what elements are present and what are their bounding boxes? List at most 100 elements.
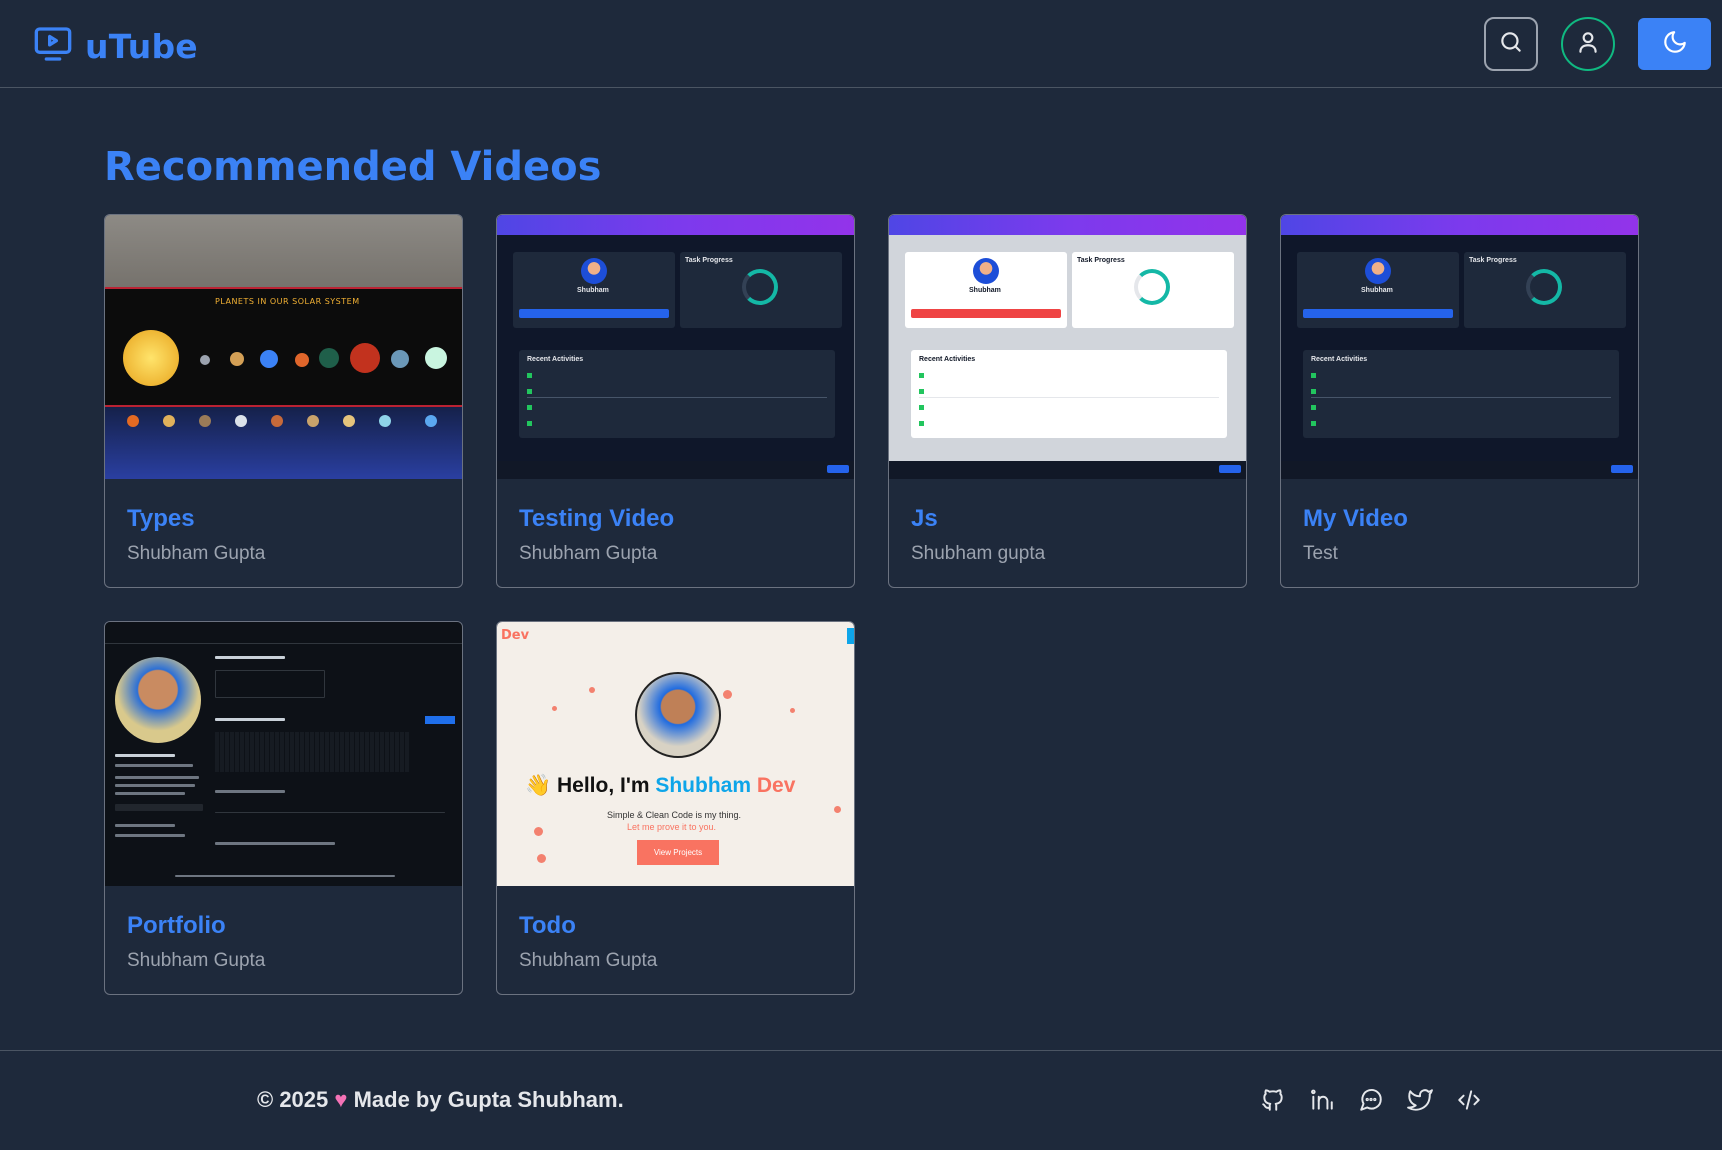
check-icon [527,405,532,410]
activities-title: Recent Activities [1311,356,1368,363]
footer-button [1611,465,1633,473]
text-line [115,792,185,795]
video-title[interactable]: Testing Video [519,505,674,533]
profile-button[interactable] [1561,17,1615,71]
check-icon [527,373,532,378]
check-icon [919,373,924,378]
video-card[interactable]: Portfolio Shubham Gupta [104,621,463,995]
planet-shape [199,415,211,427]
activities-panel [911,350,1227,438]
avatar [635,672,721,758]
video-card[interactable]: Shubham Task Progress Recent Activities … [496,214,855,588]
dashboard-body: Shubham Task Progress Recent Activities [497,235,854,461]
brand-text: Dev [501,628,530,643]
activities-title: Recent Activities [527,356,584,363]
hero-heading: 👋 Hello, I'm Shubham Dev [525,774,795,798]
decor-dot [723,690,732,699]
activities-title: Recent Activities [919,356,976,363]
video-title[interactable]: Todo [519,912,576,940]
linkedin-icon[interactable] [1309,1087,1335,1113]
repo-card [215,670,325,698]
moon-icon [1662,29,1688,59]
video-card[interactable]: Shubham Task Progress Recent Activities … [888,214,1247,588]
view-projects-button: View Projects [637,840,719,865]
corner-badge [847,628,854,644]
video-title[interactable]: Js [911,505,938,533]
text-line [215,790,285,793]
text-line [215,842,335,845]
check-icon [919,389,924,394]
divider [527,397,827,398]
video-title[interactable]: Portfolio [127,912,226,940]
dashboard-button [519,309,669,318]
video-thumbnail[interactable]: PLANETS IN OUR SOLAR SYSTEM [105,215,462,479]
decor-dot [790,708,795,713]
text-line [115,784,195,787]
text-line [115,764,193,767]
divider [1311,397,1611,398]
check-icon [1311,389,1316,394]
planet-shape [163,415,175,427]
video-thumbnail[interactable]: Dev 👋 Hello, I'm Shubham Dev Simple & Cl… [497,622,854,886]
video-author: Shubham Gupta [127,950,266,971]
planet-shape [425,415,437,427]
text-line [215,718,285,721]
video-thumbnail[interactable]: Shubham Task Progress Recent Activities [497,215,854,479]
logo[interactable]: uTube [33,24,198,68]
video-thumbnail[interactable]: Shubham Task Progress Recent Activities [1281,215,1638,479]
video-author: Shubham Gupta [519,950,658,971]
planet-shape [307,415,319,427]
dashboard-user: Shubham [969,287,1001,294]
planet-shape [235,415,247,427]
check-icon [1311,405,1316,410]
activities-panel [519,350,835,438]
check-icon [527,389,532,394]
footer-button [1219,465,1241,473]
chat-icon[interactable] [1358,1087,1384,1113]
top-navbar: uTube [0,0,1722,88]
dashboard-button [1303,309,1453,318]
check-icon [1311,373,1316,378]
heart-icon: ♥ [334,1087,348,1112]
profile-tabs [105,622,462,644]
github-icon[interactable] [1260,1087,1286,1113]
progress-title: Task Progress [685,257,733,264]
divider [919,397,1219,398]
video-title[interactable]: Types [127,505,195,533]
dashboard-button [911,309,1061,318]
video-thumbnail[interactable] [105,622,462,886]
text-line [115,834,185,837]
video-title[interactable]: My Video [1303,505,1408,533]
hero-name-second: Dev [756,774,796,797]
hero-tagline: Let me prove it to you. [627,822,717,832]
copyright: © 2025 ♥ Made by Gupta Shubham. [257,1087,624,1113]
planet-shape [350,343,380,373]
twitter-icon[interactable] [1407,1087,1433,1113]
search-button[interactable] [1484,17,1538,71]
dashboard-footer [889,461,1246,479]
video-card[interactable]: Dev 👋 Hello, I'm Shubham Dev Simple & Cl… [496,621,855,995]
decor-dot [534,827,543,836]
video-author: Shubham Gupta [127,543,266,564]
video-thumbnail[interactable]: Shubham Task Progress Recent Activities [889,215,1246,479]
poster-strip [105,407,462,479]
hero-hello: Hello, I'm [556,774,656,797]
video-card[interactable]: PLANETS IN OUR SOLAR SYSTEM Types Shubha… [104,214,463,588]
logo-text: uTube [85,26,198,66]
copyright-year: © 2025 [257,1087,329,1112]
theme-toggle-button[interactable] [1638,18,1711,70]
dashboard-topbar [889,215,1246,235]
avatar [1365,258,1391,284]
check-icon [1311,421,1316,426]
planet-shape [425,347,447,369]
wave-icon: 👋 [525,774,557,797]
page-title: Recommended Videos [104,144,602,190]
progress-ring [1134,269,1170,305]
code-icon[interactable] [1456,1087,1482,1113]
video-card[interactable]: Shubham Task Progress Recent Activities … [1280,214,1639,588]
text-line [115,754,175,757]
avatar [973,258,999,284]
footer-links [175,875,395,877]
planet-shape [260,350,278,368]
planet-shape [391,350,409,368]
